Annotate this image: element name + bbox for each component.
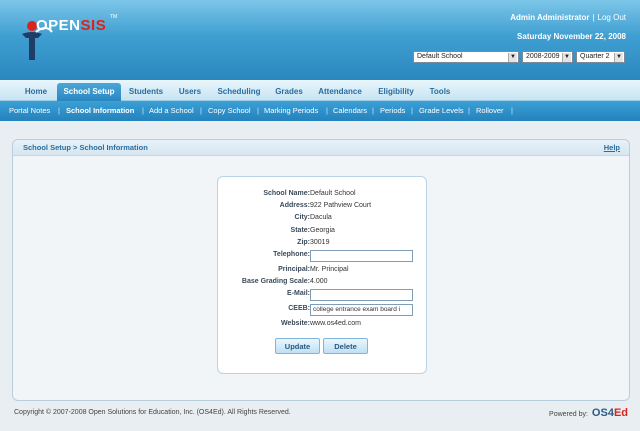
row-state: State: Georgia (218, 226, 428, 238)
school-info-form: School Name: Default School Address: 922… (217, 176, 427, 374)
subnav-grade-levels[interactable]: Grade Levels (419, 106, 464, 115)
subnav-separator: | (200, 106, 202, 115)
tab-students[interactable]: Students (123, 83, 169, 101)
zip-label: Zip: (297, 239, 310, 246)
row-zip: Zip: 30019 (218, 238, 428, 250)
subnav-separator: | (468, 106, 470, 115)
user-name: Admin Administrator (510, 13, 590, 22)
year-select-value: 2008-2009 (526, 53, 560, 60)
breadcrumb: School Setup > School Information (23, 143, 148, 152)
subnav-separator: | (511, 106, 513, 115)
principal-value: Mr. Principal (310, 266, 349, 273)
app-header: OPENSIS TM Admin Administrator | Log Out S… (0, 0, 640, 80)
telephone-field[interactable] (310, 250, 413, 262)
logo-wordmark: OPENSIS (36, 17, 107, 34)
current-date: Saturday November 22, 2008 (517, 32, 626, 41)
row-address: Address: 922 Pathview Court (218, 201, 428, 213)
panel-header: School Setup > School Information Help (13, 140, 629, 156)
ceeb-field[interactable]: college entrance exam board i (310, 304, 413, 316)
trademark-label: TM (110, 14, 118, 20)
tab-school-setup[interactable]: School Setup (57, 83, 121, 101)
subnav-separator: | (58, 106, 60, 115)
row-website: Website: www.os4ed.com (218, 319, 428, 331)
delete-button[interactable]: Delete (323, 338, 368, 354)
tab-scheduling[interactable]: Scheduling (211, 83, 267, 101)
grading-scale-value: 4.000 (310, 278, 328, 285)
subnav-add-school[interactable]: Add a School (149, 106, 194, 115)
state-label: State: (290, 227, 310, 234)
website-value: www.os4ed.com (310, 320, 361, 327)
subnav-school-information[interactable]: School Information (66, 106, 134, 115)
subnav-separator: | (257, 106, 259, 115)
row-grading-scale: Base Grading Scale: 4.000 (218, 277, 428, 289)
subnav-marking-periods[interactable]: Marking Periods (264, 106, 318, 115)
chevron-down-icon: ▼ (614, 53, 623, 62)
telephone-label: Telephone: (273, 251, 310, 258)
subnav-separator: | (372, 106, 374, 115)
address-label: Address: (279, 202, 310, 209)
row-principal: Principal: Mr. Principal (218, 265, 428, 277)
row-ceeb: CEEB: college entrance exam board i (218, 304, 428, 316)
school-info-panel: School Setup > School Information Help S… (12, 139, 630, 401)
subnav-periods[interactable]: Periods (380, 106, 405, 115)
city-label: City: (294, 214, 310, 221)
copyright-text: Copyright © 2007-2008 Open Solutions for… (14, 409, 291, 416)
school-name-value: Default School (310, 190, 356, 197)
chevron-down-icon: ▼ (562, 53, 571, 62)
powered-by: Powered by: OS4Ed (549, 407, 628, 419)
school-select[interactable]: Default School ▼ (413, 51, 519, 63)
update-button[interactable]: Update (275, 338, 320, 354)
tab-users[interactable]: Users (171, 83, 209, 101)
os4ed-logo: OS4Ed (591, 407, 628, 419)
main-tabs: Home School Setup Students Users Schedul… (0, 80, 640, 101)
row-email: E-Mail: (218, 289, 428, 301)
tab-grades[interactable]: Grades (269, 83, 309, 101)
year-select[interactable]: 2008-2009 ▼ (522, 51, 573, 63)
ceeb-label: CEEB: (288, 305, 310, 312)
website-label: Website: (280, 320, 310, 327)
school-select-value: Default School (417, 53, 463, 60)
row-school-name: School Name: Default School (218, 189, 428, 201)
state-value: Georgia (310, 227, 335, 234)
tab-eligibility[interactable]: Eligibility (371, 83, 421, 101)
principal-label: Principal: (278, 266, 310, 273)
chevron-down-icon: ▼ (508, 53, 517, 62)
logout-link[interactable]: Log Out (598, 13, 626, 22)
row-city: City: Dacula (218, 213, 428, 225)
quarter-select[interactable]: Quarter 2 ▼ (576, 51, 625, 63)
tab-tools[interactable]: Tools (423, 83, 457, 101)
user-line: Admin Administrator | Log Out (510, 13, 626, 22)
address-value: 922 Pathview Court (310, 202, 372, 209)
powered-by-label: Powered by: (549, 411, 588, 418)
sub-nav: Portal Notes | School Information | Add … (0, 101, 640, 121)
email-field[interactable] (310, 289, 413, 301)
user-separator: | (592, 13, 595, 22)
row-telephone: Telephone: (218, 250, 428, 262)
subnav-calendars[interactable]: Calendars (333, 106, 367, 115)
subnav-portal-notes[interactable]: Portal Notes (9, 106, 50, 115)
subnav-separator: | (142, 106, 144, 115)
help-link[interactable]: Help (604, 143, 620, 152)
tab-home[interactable]: Home (16, 83, 56, 101)
subnav-rollover[interactable]: Rollover (476, 106, 504, 115)
zip-value: 30019 (310, 239, 330, 246)
subnav-separator: | (326, 106, 328, 115)
quarter-select-value: Quarter 2 (580, 53, 610, 60)
grading-scale-label: Base Grading Scale: (241, 278, 310, 285)
email-label: E-Mail: (287, 290, 310, 297)
subnav-separator: | (411, 106, 413, 115)
school-name-label: School Name: (263, 190, 310, 197)
city-value: Dacula (310, 214, 332, 221)
subnav-copy-school[interactable]: Copy School (208, 106, 251, 115)
tab-attendance[interactable]: Attendance (311, 83, 369, 101)
